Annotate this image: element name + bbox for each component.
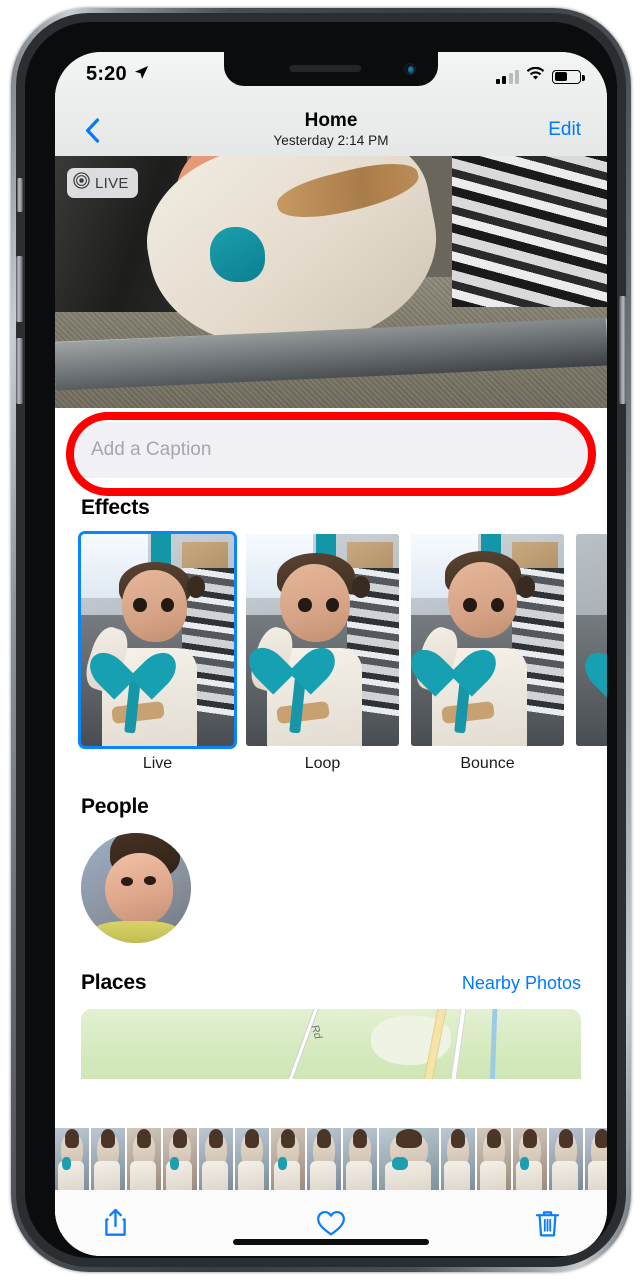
- places-title: Places: [81, 971, 147, 994]
- people-list[interactable]: [55, 819, 607, 943]
- filmstrip-thumbnail[interactable]: [585, 1128, 607, 1190]
- volume-up-button[interactable]: [16, 256, 23, 322]
- nearby-photos-link[interactable]: Nearby Photos: [462, 973, 581, 994]
- filmstrip-thumbnail[interactable]: [163, 1128, 197, 1190]
- live-photo-badge[interactable]: LIVE: [67, 168, 138, 198]
- live-photo-label: LIVE: [95, 174, 129, 192]
- status-bar-left: 5:20: [86, 63, 149, 86]
- heart-icon: [317, 1210, 345, 1235]
- filmstrip-thumbnail[interactable]: [55, 1128, 89, 1190]
- photo-timestamp: Yesterday 2:14 PM: [273, 132, 389, 148]
- favorite-button[interactable]: [311, 1203, 351, 1243]
- filmstrip-thumbnail[interactable]: [307, 1128, 341, 1190]
- share-icon: [104, 1208, 126, 1236]
- home-indicator[interactable]: [233, 1239, 429, 1245]
- effect-option-live[interactable]: Live: [81, 534, 234, 773]
- effect-option-next[interactable]: [576, 534, 607, 773]
- effects-carousel[interactable]: Live Loop Bounce: [55, 520, 607, 773]
- filmstrip-thumbnail[interactable]: [127, 1128, 161, 1190]
- effect-label: Bounce: [460, 755, 515, 772]
- bottom-toolbar: [55, 1190, 607, 1256]
- effect-thumbnail: [411, 534, 564, 746]
- people-section: People: [55, 795, 607, 943]
- earpiece-speaker: [289, 65, 362, 72]
- effect-thumbnail: [576, 534, 607, 746]
- power-button[interactable]: [619, 296, 626, 404]
- effects-title: Effects: [81, 496, 150, 519]
- avatar[interactable]: [81, 833, 191, 943]
- page-title: Home: [304, 110, 358, 132]
- filmstrip-thumbnail[interactable]: [91, 1128, 125, 1190]
- detail-scroll-view[interactable]: LIVE Add a Caption Effects Live Loop Bou…: [55, 156, 607, 1256]
- back-button[interactable]: [79, 117, 105, 143]
- effect-label: Loop: [304, 755, 341, 772]
- caption-placeholder: Add a Caption: [91, 439, 212, 460]
- people-header: People: [55, 795, 607, 819]
- places-header: Places Nearby Photos: [55, 971, 607, 995]
- places-map[interactable]: Rd: [81, 1009, 581, 1079]
- battery-icon: [552, 69, 585, 84]
- photo-preview[interactable]: LIVE: [55, 156, 607, 408]
- status-bar-right: [495, 66, 585, 86]
- navigation-bar: Home Yesterday 2:14 PM Edit: [55, 104, 607, 156]
- share-button[interactable]: [95, 1203, 135, 1243]
- notch: [224, 52, 438, 86]
- places-section: Places Nearby Photos Rd: [55, 971, 607, 1079]
- effect-thumbnail: [246, 534, 399, 746]
- effects-header: Effects: [55, 496, 607, 520]
- filmstrip-thumbnail[interactable]: [549, 1128, 583, 1190]
- screenshot-root: 5:20 Home Yesterday 2:14 PM Edit LIVE Ad…: [0, 0, 642, 1280]
- filmstrip-thumbnail[interactable]: [477, 1128, 511, 1190]
- filmstrip-thumbnail[interactable]: [235, 1128, 269, 1190]
- effect-thumbnail: [81, 534, 234, 746]
- caption-section: Add a Caption: [55, 408, 607, 496]
- mute-switch[interactable]: [17, 178, 23, 212]
- location-arrow-icon: [134, 65, 149, 85]
- status-time: 5:20: [86, 63, 127, 85]
- filmstrip-thumbnail[interactable]: [441, 1128, 475, 1190]
- effect-option-bounce[interactable]: Bounce: [411, 534, 564, 773]
- trash-icon: [535, 1210, 559, 1236]
- delete-button[interactable]: [527, 1203, 567, 1243]
- phone-frame: 5:20 Home Yesterday 2:14 PM Edit LIVE Ad…: [11, 8, 631, 1272]
- filmstrip-thumbnail[interactable]: [379, 1128, 439, 1190]
- phone-screen: 5:20 Home Yesterday 2:14 PM Edit LIVE Ad…: [55, 52, 607, 1256]
- effects-section: Effects Live Loop Bounce: [55, 496, 607, 773]
- filmstrip-thumbnail[interactable]: [513, 1128, 547, 1190]
- wifi-icon: [526, 66, 545, 86]
- caption-input[interactable]: Add a Caption: [73, 422, 589, 478]
- phone-bezel: 5:20 Home Yesterday 2:14 PM Edit LIVE Ad…: [25, 22, 617, 1258]
- front-camera-icon: [404, 63, 416, 75]
- effect-label: Live: [142, 755, 173, 772]
- live-photo-icon: [73, 172, 90, 194]
- cellular-signal-icon: [495, 69, 519, 84]
- filmstrip-thumbnail[interactable]: [199, 1128, 233, 1190]
- people-title: People: [81, 795, 149, 818]
- effect-option-loop[interactable]: Loop: [246, 534, 399, 773]
- photo-image: [55, 156, 607, 408]
- nav-title-group: Home Yesterday 2:14 PM: [273, 111, 388, 148]
- volume-down-button[interactable]: [16, 338, 23, 404]
- chevron-left-icon: [85, 117, 99, 143]
- filmstrip-thumbnail[interactable]: [271, 1128, 305, 1190]
- phone-frame-inner: 5:20 Home Yesterday 2:14 PM Edit LIVE Ad…: [16, 13, 626, 1267]
- photo-filmstrip[interactable]: [55, 1128, 607, 1190]
- filmstrip-thumbnail[interactable]: [343, 1128, 377, 1190]
- edit-button[interactable]: Edit: [548, 119, 581, 141]
